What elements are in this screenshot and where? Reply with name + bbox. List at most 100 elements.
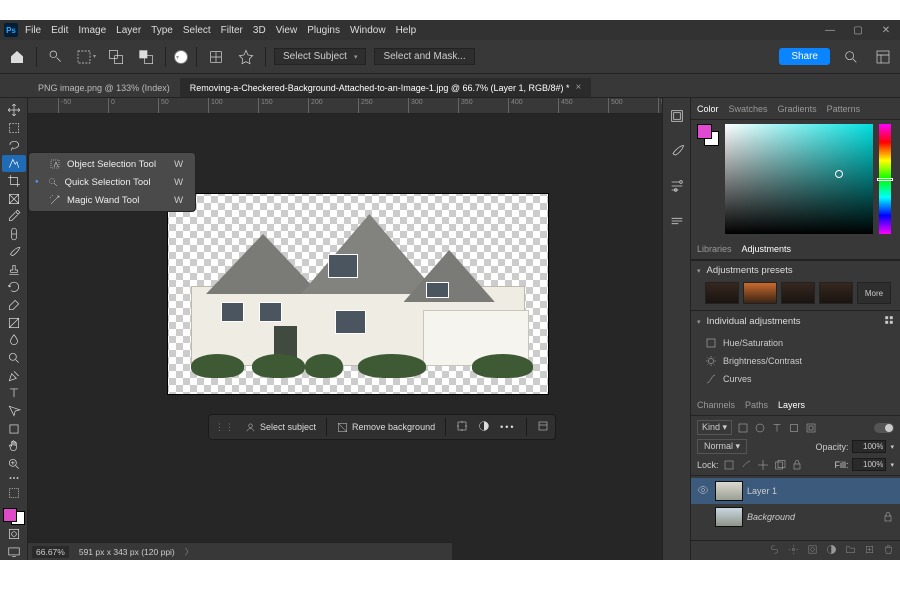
color-swatches[interactable] bbox=[3, 508, 25, 525]
lock-pixels-icon[interactable] bbox=[723, 458, 736, 471]
preset-3[interactable] bbox=[781, 282, 815, 304]
flyout-object-selection[interactable]: Object Selection ToolW bbox=[31, 155, 193, 173]
lock-move-icon[interactable] bbox=[757, 458, 770, 471]
tab-swatches[interactable]: Swatches bbox=[729, 104, 768, 114]
menu-type[interactable]: Type bbox=[148, 25, 176, 36]
color-picker[interactable] bbox=[691, 120, 900, 238]
home-icon[interactable] bbox=[6, 46, 28, 68]
stamp-tool[interactable] bbox=[2, 261, 26, 278]
dodge-tool[interactable] bbox=[2, 350, 26, 367]
filter-type-icon[interactable] bbox=[770, 421, 783, 434]
layer-style-icon[interactable] bbox=[788, 544, 799, 557]
menu-help[interactable]: Help bbox=[393, 25, 420, 36]
hand-tool[interactable] bbox=[2, 438, 26, 455]
menu-layer[interactable]: Layer bbox=[113, 25, 144, 36]
menu-window[interactable]: Window bbox=[347, 25, 389, 36]
adj-hue-saturation[interactable]: Hue/Saturation bbox=[705, 334, 894, 352]
menu-plugins[interactable]: Plugins bbox=[304, 25, 343, 36]
healing-tool[interactable] bbox=[2, 226, 26, 243]
subtract-selection-icon[interactable] bbox=[135, 46, 157, 68]
crop-tool[interactable] bbox=[2, 173, 26, 190]
history-brush-tool[interactable] bbox=[2, 279, 26, 296]
window-close[interactable]: ✕ bbox=[876, 25, 896, 36]
preset-4[interactable] bbox=[819, 282, 853, 304]
menu-filter[interactable]: Filter bbox=[218, 25, 246, 36]
preset-more[interactable]: More bbox=[857, 282, 891, 304]
doc-tab-2[interactable]: Removing-a-Checkered-Background-Attached… bbox=[180, 78, 592, 97]
layer-row-1[interactable]: Layer 1 bbox=[691, 478, 900, 504]
new-selection-icon[interactable] bbox=[75, 46, 97, 68]
flyout-quick-selection[interactable]: Quick Selection ToolW bbox=[31, 173, 193, 191]
window-maximize[interactable]: ▢ bbox=[848, 25, 868, 36]
doc-tab-1[interactable]: PNG image.png @ 133% (Index) bbox=[28, 79, 180, 97]
filter-pixels-icon[interactable] bbox=[736, 421, 749, 434]
select-subject-button[interactable]: Select Subject bbox=[274, 48, 366, 65]
history-panel-icon[interactable] bbox=[669, 108, 685, 129]
adj-brightness-contrast[interactable]: Brightness/Contrast bbox=[705, 352, 894, 370]
menu-file[interactable]: File bbox=[22, 25, 44, 36]
type-tool[interactable] bbox=[2, 385, 26, 402]
flyout-magic-wand[interactable]: Magic Wand ToolW bbox=[31, 191, 193, 209]
new-group-icon[interactable] bbox=[845, 544, 856, 557]
shape-tool[interactable] bbox=[2, 420, 26, 437]
eraser-tool[interactable] bbox=[2, 297, 26, 314]
lock-position-icon[interactable] bbox=[740, 458, 753, 471]
screen-mode-tool[interactable] bbox=[2, 544, 26, 561]
enhance-edge-icon[interactable] bbox=[235, 46, 257, 68]
new-adjustment-icon[interactable] bbox=[826, 544, 837, 557]
share-button[interactable]: Share bbox=[779, 48, 830, 65]
tab-adjustments[interactable]: Adjustments bbox=[742, 244, 792, 254]
comments-panel-icon[interactable] bbox=[669, 213, 685, 234]
quick-selection-tool[interactable] bbox=[2, 155, 26, 172]
eyedropper-tool[interactable] bbox=[2, 208, 26, 225]
adjustments-presets-header[interactable]: Adjustments presets bbox=[691, 261, 900, 280]
layer-thumbnail[interactable] bbox=[715, 481, 743, 501]
lasso-tool[interactable] bbox=[2, 137, 26, 154]
ctx-select-subject[interactable]: Select subject bbox=[245, 422, 316, 433]
menu-image[interactable]: Image bbox=[75, 25, 109, 36]
menu-view[interactable]: View bbox=[273, 25, 301, 36]
preset-1[interactable] bbox=[705, 282, 739, 304]
tab-libraries[interactable]: Libraries bbox=[697, 244, 732, 254]
pen-tool[interactable] bbox=[2, 367, 26, 384]
ctx-mask-icon[interactable] bbox=[478, 420, 490, 434]
sample-all-layers-icon[interactable] bbox=[205, 46, 227, 68]
filter-adjust-icon[interactable] bbox=[753, 421, 766, 434]
layer-row-background[interactable]: Background bbox=[691, 504, 900, 530]
individual-adjustments-header[interactable]: Individual adjustments bbox=[691, 311, 900, 332]
edit-toolbar[interactable] bbox=[2, 484, 26, 501]
lock-nest-icon[interactable] bbox=[774, 458, 787, 471]
lock-all-icon[interactable] bbox=[791, 458, 804, 471]
layer-filter-kind[interactable]: Kind ▾ bbox=[697, 420, 732, 435]
ctx-transform-icon[interactable] bbox=[456, 420, 468, 434]
brush-size-picker[interactable] bbox=[174, 50, 188, 64]
opacity-input[interactable] bbox=[852, 440, 886, 453]
delete-layer-icon[interactable] bbox=[883, 544, 894, 557]
filter-shape-icon[interactable] bbox=[787, 421, 800, 434]
new-layer-icon[interactable] bbox=[864, 544, 875, 557]
tab-layers[interactable]: Layers bbox=[778, 400, 805, 410]
layer-thumbnail[interactable] bbox=[715, 507, 743, 527]
path-tool[interactable] bbox=[2, 403, 26, 420]
adj-curves[interactable]: Curves bbox=[705, 370, 894, 388]
menu-3d[interactable]: 3D bbox=[250, 25, 269, 36]
tab-color[interactable]: Color bbox=[697, 104, 719, 114]
filter-smart-icon[interactable] bbox=[804, 421, 817, 434]
fill-input[interactable] bbox=[852, 458, 886, 471]
move-tool[interactable] bbox=[2, 102, 26, 119]
layer-mask-icon[interactable] bbox=[807, 544, 818, 557]
preset-2[interactable] bbox=[743, 282, 777, 304]
close-tab-icon[interactable]: × bbox=[576, 82, 582, 93]
workspace-icon[interactable] bbox=[872, 46, 894, 68]
tab-channels[interactable]: Channels bbox=[697, 400, 735, 410]
tab-gradients[interactable]: Gradients bbox=[778, 104, 817, 114]
quick-mask-tool[interactable] bbox=[2, 526, 26, 543]
frame-tool[interactable] bbox=[2, 190, 26, 207]
blend-mode-select[interactable]: Normal ▾ bbox=[697, 439, 747, 454]
tool-preset-icon[interactable] bbox=[45, 46, 67, 68]
tab-paths[interactable]: Paths bbox=[745, 400, 768, 410]
ctx-more-icon[interactable]: ••• bbox=[500, 422, 515, 432]
marquee-tool[interactable] bbox=[2, 120, 26, 137]
status-zoom[interactable]: 66.67% bbox=[32, 546, 69, 558]
link-layers-icon[interactable] bbox=[769, 544, 780, 557]
